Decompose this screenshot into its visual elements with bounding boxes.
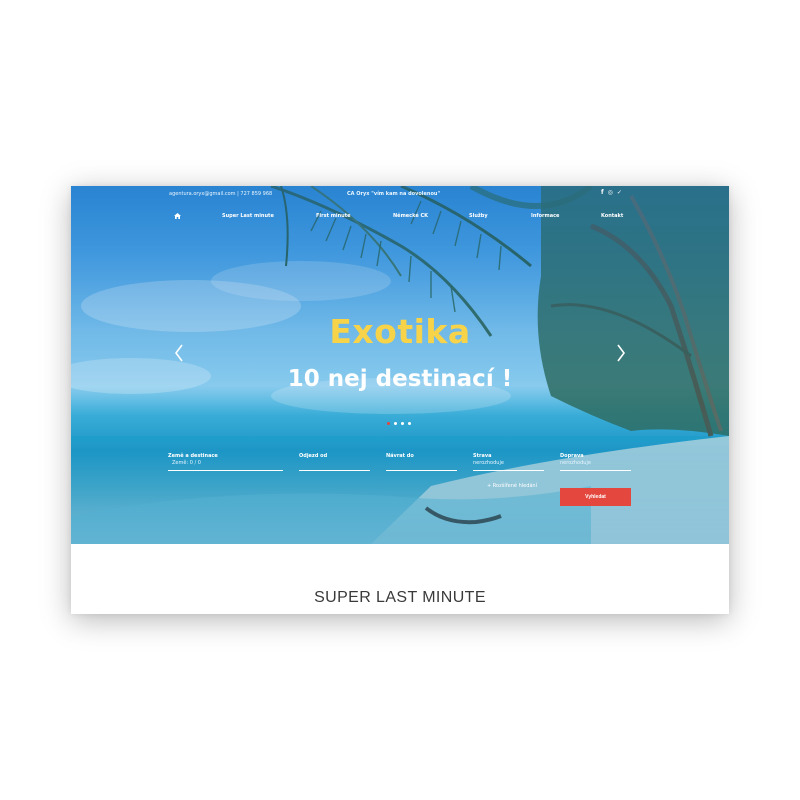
nav-item-nemecke-ck[interactable]: Německé CK [393, 213, 428, 219]
hero-slider: agentura.oryx@gmail.com | 727 859 968 CA… [71, 186, 729, 544]
top-bar: agentura.oryx@gmail.com | 727 859 968 CA… [71, 188, 729, 202]
field-underline [168, 470, 283, 471]
section-title: SUPER LAST MINUTE [314, 589, 486, 606]
field-underline [560, 470, 631, 471]
transport-value: nerozhoduje [560, 460, 591, 466]
slider-dot[interactable] [387, 422, 390, 425]
destination-label: Země a destinace [168, 453, 218, 459]
home-icon[interactable] [174, 213, 181, 221]
board-label: Strava [473, 453, 492, 459]
chevron-left-icon [175, 344, 183, 362]
phone-link[interactable]: 727 859 968 [240, 191, 272, 197]
slider-prev-arrow[interactable] [172, 341, 186, 365]
nav-item-informace[interactable]: Informace [531, 213, 559, 219]
transport-label: Doprava [560, 453, 584, 459]
main-nav: Super Last minute First minute Německé C… [71, 213, 729, 223]
slider-dot[interactable] [408, 422, 411, 425]
return-label: Návrat do [386, 453, 414, 459]
slide-title: Exotika [329, 312, 471, 351]
field-underline [299, 470, 370, 471]
site-slogan: CA Oryx "vím kam na dovolenou" [347, 191, 441, 197]
instagram-icon[interactable]: ◎ [608, 189, 613, 197]
transport-select[interactable]: Doprava nerozhoduje [560, 453, 631, 473]
browser-page: agentura.oryx@gmail.com | 727 859 968 CA… [71, 186, 729, 614]
slider-dot[interactable] [394, 422, 397, 425]
twitter-icon[interactable]: ✓ [617, 189, 622, 197]
slider-dot[interactable] [401, 422, 404, 425]
nav-item-super-last-minute[interactable]: Super Last minute [222, 213, 274, 219]
separator: | [237, 191, 239, 197]
field-underline [386, 470, 457, 471]
destination-value: Země: 0 / 0 [172, 460, 201, 466]
email-link[interactable]: agentura.oryx@gmail.com [169, 191, 236, 197]
social-links: f ◎ ✓ [601, 189, 622, 197]
slider-dots [387, 422, 411, 425]
return-field[interactable]: Návrat do [386, 453, 457, 473]
destination-field[interactable]: Země a destinace Země: 0 / 0 [168, 453, 283, 473]
facebook-icon[interactable]: f [601, 189, 604, 197]
nav-item-sluzby[interactable]: Služby [469, 213, 488, 219]
slide-subtitle: 10 nej destinací ! [287, 366, 513, 392]
board-value: nerozhoduje [473, 460, 504, 466]
departure-field[interactable]: Odjezd od [299, 453, 370, 473]
board-select[interactable]: Strava nerozhoduje [473, 453, 544, 473]
field-underline [473, 470, 544, 471]
search-button[interactable]: Vyhledat [560, 488, 631, 506]
nav-item-first-minute[interactable]: First minute [316, 213, 351, 219]
slider-next-arrow[interactable] [614, 341, 628, 365]
departure-label: Odjezd od [299, 453, 328, 459]
chevron-right-icon [617, 344, 625, 362]
contact-info: agentura.oryx@gmail.com | 727 859 968 [169, 191, 272, 197]
nav-item-kontakt[interactable]: Kontakt [601, 213, 623, 219]
advanced-search-link[interactable]: + Rozšířené hledání [487, 483, 537, 489]
